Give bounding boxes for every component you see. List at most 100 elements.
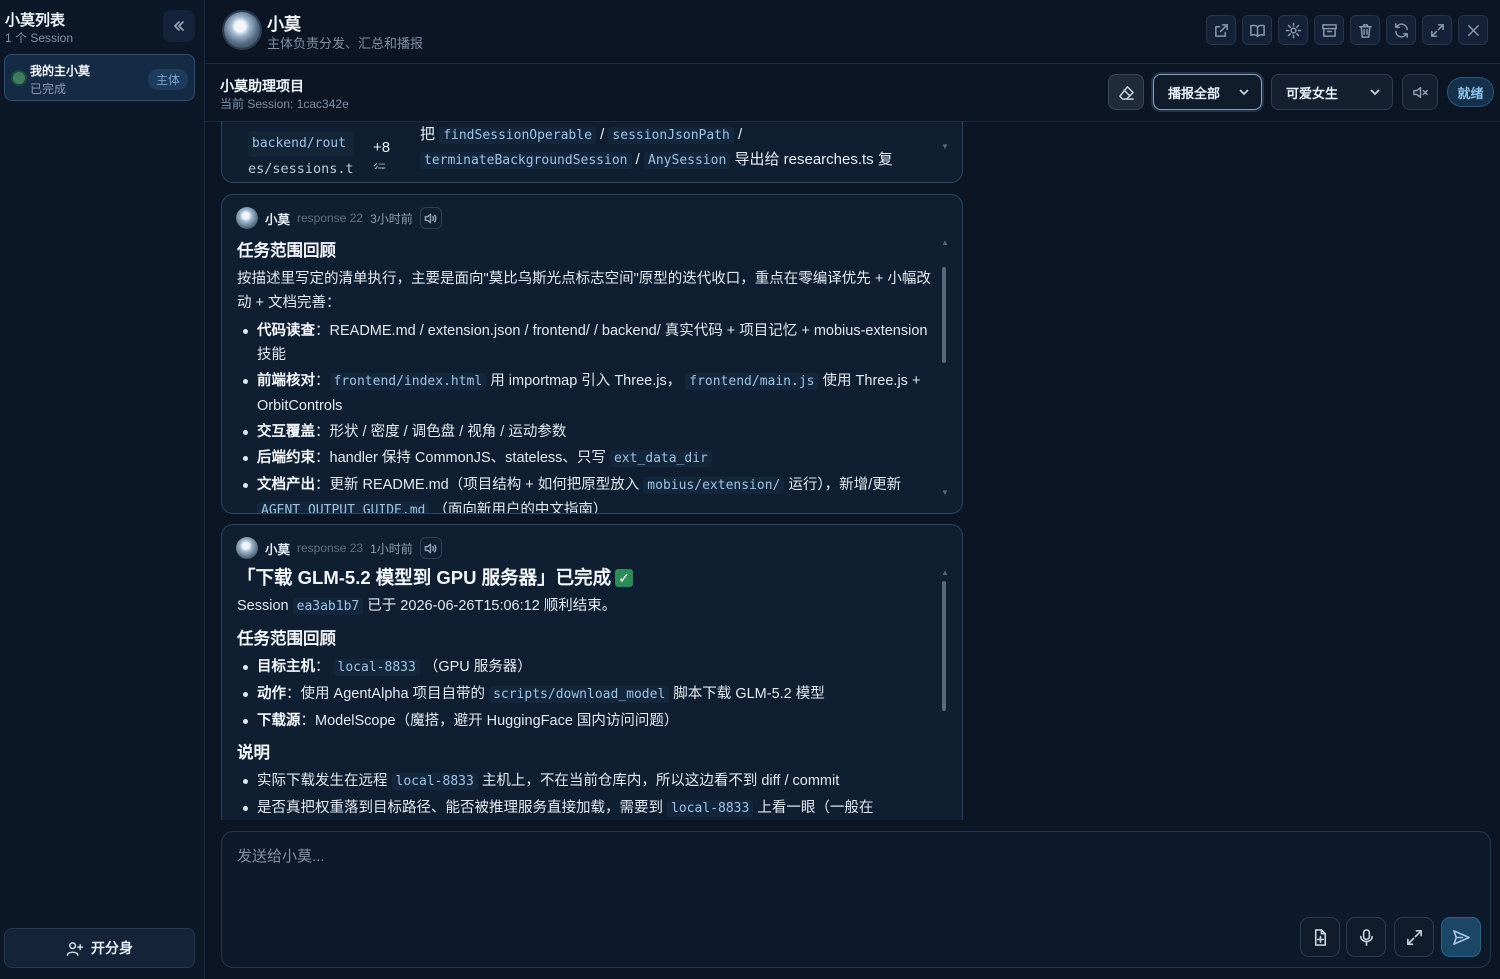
session-line: Session ea3ab1b7 已于 2026-06-26T15:06:12 … (237, 594, 937, 619)
close-icon (1467, 24, 1479, 36)
scroll-up-arrow[interactable]: ▲ (941, 239, 949, 247)
message-card: 小莫 response 23 1小时前 「下载 GLM-5.2 模型到 GPU … (221, 524, 963, 820)
microphone-icon (1359, 928, 1373, 946)
list-item: 是否真把权重落到目标路径、能否被推理服务直接加载，需要到 local-8833 … (237, 796, 937, 820)
inline-code: local-8833 (391, 773, 478, 790)
item-text: （面向新用户的中文指南） (433, 502, 608, 514)
item-text: 是否真把权重落到目标路径、能否被推理服务直接加载，需要到 (257, 800, 663, 816)
eraser-icon (1118, 85, 1134, 100)
settings-button[interactable] (1278, 15, 1308, 45)
item-label: 交互覆盖 (257, 424, 315, 440)
agent-name: 小莫 (267, 15, 301, 34)
item-text: 形状 / 密度 / 调色盘 / 视角 / 运动参数 (329, 424, 567, 440)
file-path-line: es/sessions.t (248, 161, 354, 177)
inline-code: ea3ab1b7 (292, 598, 364, 615)
scroll-down-arrow[interactable]: ▼ (941, 143, 949, 151)
inline-code: AnySession (644, 152, 731, 169)
inline-code: scripts/download_model (489, 686, 670, 703)
refresh-button[interactable] (1386, 15, 1416, 45)
book-icon (1249, 24, 1265, 37)
project-bar: 小莫助理项目 当前 Session: 1cac342e 播报全部 可爱女生 就绪 (205, 64, 1500, 122)
inline-code: findSessionOperable (439, 127, 596, 144)
voice-input-button[interactable] (1346, 917, 1386, 957)
check-icon: ✓ (615, 569, 634, 587)
message-time: 3小时前 (370, 211, 413, 226)
session-item-main[interactable]: 我的主小莫 已完成 主体 (4, 54, 195, 101)
expand-composer-button[interactable] (1394, 917, 1434, 957)
change-count-value: +8 (373, 139, 391, 156)
text: / (635, 151, 640, 168)
voice-value: 可爱女生 (1286, 85, 1339, 101)
message-scrollbar[interactable] (942, 581, 946, 711)
text: 导出给 researches.ts 复 (734, 151, 893, 168)
voice-select[interactable]: 可爱女生 (1271, 74, 1393, 110)
item-text: 上看一眼（一般在 (757, 800, 874, 816)
task-list: 代码读查：README.md / extension.json / fronte… (237, 319, 937, 514)
mute-button[interactable] (1402, 74, 1438, 110)
inline-code: ext_data_dir (609, 450, 712, 467)
change-unit: 行 (373, 159, 390, 169)
play-audio-button[interactable] (419, 537, 442, 559)
archive-icon (1321, 23, 1337, 37)
item-text: handler 保持 CommonJS、stateless、只写 (329, 450, 606, 466)
settings-icon (1285, 22, 1301, 38)
play-audio-button[interactable] (419, 207, 442, 229)
text: 已于 2026-06-26T15:06:12 顺利结束。 (367, 598, 617, 614)
message-header: 小莫 response 22 3小时前 (236, 207, 442, 229)
section-heading: 任务范围回顾 (237, 242, 336, 260)
chevron-down-icon (1239, 89, 1249, 96)
inline-code: mobius/extension/ (643, 477, 785, 494)
item-text: README.md / extension.json / frontend/ /… (257, 323, 928, 363)
clear-button[interactable] (1108, 74, 1144, 110)
add-user-icon (66, 941, 83, 956)
archive-button[interactable] (1314, 15, 1344, 45)
message-response-id: response 23 (297, 541, 364, 555)
external-link-icon (1214, 23, 1228, 37)
text: / (738, 126, 743, 143)
list-item: 代码读查：README.md / extension.json / fronte… (237, 319, 937, 367)
list-item: 前端核对： frontend/index.html 用 importmap 引入 … (237, 369, 937, 418)
intro-text: 按描述里写定的清单执行，主要是面向"莫比乌斯光点标志空间"原型的迭代收口，重点在… (237, 271, 931, 311)
message-composer (221, 831, 1491, 968)
message-response-id: response 22 (297, 211, 364, 225)
chat-stream[interactable]: backend/rout es/sessions.t +8 行 把 findSe… (205, 122, 1500, 820)
current-session: 当前 Session: 1cac342e (220, 97, 349, 111)
sidebar-session-count: 1 个 Session (5, 31, 74, 45)
inline-code: local-8833 (667, 800, 754, 817)
attach-file-icon (1314, 928, 1326, 946)
message-time: 1小时前 (370, 541, 413, 556)
scrollbar-thumb[interactable] (942, 581, 946, 711)
item-text: 用 importmap 引入 Three.js， (490, 373, 682, 389)
scroll-down-arrow[interactable]: ▼ (941, 489, 949, 497)
collapse-sidebar-button[interactable] (163, 10, 195, 42)
speaker-icon (424, 543, 437, 553)
change-count: +8 行 (373, 137, 390, 169)
open-external-button[interactable] (1206, 15, 1236, 45)
broadcast-mode-select[interactable]: 播报全部 (1153, 74, 1262, 110)
item-text: 主机上，不在当前仓库内，所以这边看不到 diff / commit (481, 773, 840, 789)
change-description: 把 findSessionOperable / sessionJsonPath … (420, 123, 930, 173)
spawn-clone-button[interactable]: 开分身 (4, 928, 195, 968)
agent-avatar (224, 12, 260, 48)
send-button[interactable] (1441, 917, 1481, 957)
message-scrollbar[interactable] (942, 267, 946, 363)
scrollbar-thumb[interactable] (942, 267, 946, 363)
docs-button[interactable] (1242, 15, 1272, 45)
text: 把 (420, 126, 436, 143)
section-heading: 说明 (237, 744, 270, 762)
file-change-card: backend/rout es/sessions.t +8 行 把 findSe… (221, 122, 963, 183)
trash-icon (1358, 23, 1372, 38)
expand-icon (1430, 23, 1444, 37)
inline-code: frontend/index.html (329, 373, 487, 390)
delete-button[interactable] (1350, 15, 1380, 45)
item-label: 下载源 (257, 713, 301, 729)
session-sidebar: 小莫列表 1 个 Session 我的主小莫 已完成 主体 开分身 (0, 0, 205, 979)
fullscreen-button[interactable] (1422, 15, 1452, 45)
attach-file-button[interactable] (1300, 917, 1340, 957)
scroll-up-arrow[interactable]: ▲ (941, 569, 949, 577)
list-item: 文档产出：更新 README.md（项目结构 + 如何把原型放入 mobius/… (237, 473, 937, 514)
chevrons-left-icon (174, 21, 184, 31)
agent-description: 主体负责分发、汇总和播报 (267, 36, 424, 51)
close-button[interactable] (1458, 15, 1488, 45)
item-text: 使用 AgentAlpha 项目自带的 (300, 686, 486, 702)
